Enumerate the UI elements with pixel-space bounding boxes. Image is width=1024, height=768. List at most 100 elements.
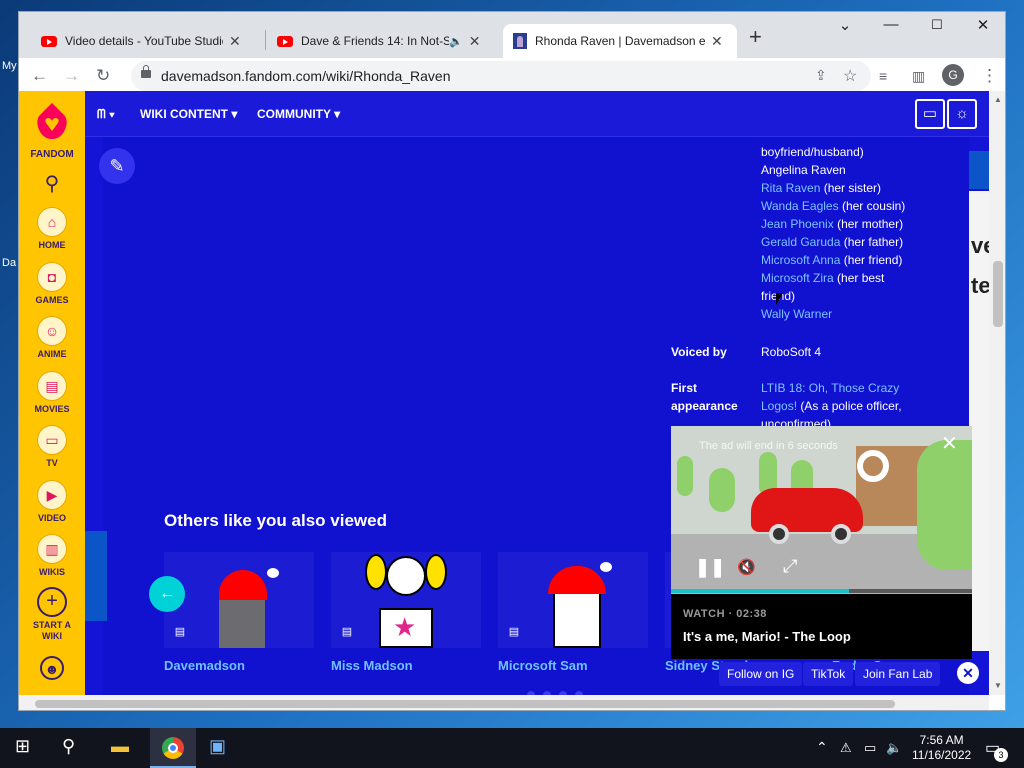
close-icon[interactable]: ✕ <box>941 431 958 456</box>
video-title[interactable]: It's a me, Mario! - The Loop <box>683 629 851 644</box>
close-window-button[interactable]: ✕ <box>973 16 993 34</box>
tab-search-icon[interactable]: ⌄ <box>835 16 855 34</box>
profile-avatar[interactable]: G <box>942 64 964 86</box>
tree <box>709 468 735 512</box>
rail-item-movies[interactable]: ▤ MOVIES <box>19 371 85 414</box>
card-title[interactable]: Microsoft Sam <box>498 658 588 673</box>
relative-link[interactable]: Rita Raven <box>761 181 820 195</box>
relative-link[interactable]: Microsoft Zira <box>761 271 834 285</box>
card-microsoft-sam[interactable]: ▤ <box>498 552 648 648</box>
nav-community[interactable]: COMMUNITY ▾ <box>257 107 340 121</box>
fullscreen-icon[interactable]: ⤢ <box>783 556 797 577</box>
rail-item-start-wiki[interactable]: + START A WIKI <box>19 587 85 642</box>
desktop-icon-label[interactable]: My <box>2 60 17 72</box>
rail-item-tv[interactable]: ▭ TV <box>19 425 85 468</box>
edit-pencil-button[interactable]: ✎ <box>99 148 135 184</box>
wiki-nav-bar: ᗰ ▾ WIKI CONTENT ▾ COMMUNITY ▾ ▭ ☼ <box>85 91 989 137</box>
tab-dave-friends[interactable]: Dave & Friends 14: In Not-Sc 🔈 ✕ <box>267 24 497 58</box>
photos-icon[interactable]: ▣ <box>209 736 226 757</box>
mute-icon[interactable]: 🔇 <box>737 558 756 576</box>
maximize-button[interactable]: ☐ <box>927 17 947 33</box>
discussions-icon[interactable]: ▭ <box>915 99 945 129</box>
youtube-icon <box>277 35 293 47</box>
tab-youtube-studio[interactable]: Video details - YouTube Studio ✕ <box>31 24 267 58</box>
others-heading: Others like you also viewed <box>164 511 387 530</box>
close-icon[interactable]: ✕ <box>229 33 241 50</box>
star-icon: ★ <box>393 612 417 642</box>
url-text[interactable]: davemadson.fandom.com/wiki/Rhonda_Raven <box>161 68 451 84</box>
nav-wiki-content[interactable]: WIKI CONTENT ▾ <box>140 107 237 121</box>
back-icon[interactable]: ← <box>31 66 48 86</box>
media-control-icon[interactable]: ≡ <box>879 68 887 84</box>
card-title[interactable]: Davemadson <box>164 658 245 673</box>
file-explorer-icon[interactable]: ▬ <box>111 736 129 757</box>
rail-item-anime[interactable]: ☺ ANIME <box>19 316 85 359</box>
chevron-up-icon[interactable]: ⌃ <box>816 739 828 756</box>
close-icon[interactable]: ✕ <box>469 33 481 50</box>
plus-icon: + <box>37 587 67 617</box>
tv-icon: ▭ <box>37 425 67 455</box>
relative-link[interactable]: Jean Phoenix <box>761 217 834 231</box>
fandom-logo[interactable] <box>36 101 68 141</box>
horizontal-scrollbar[interactable] <box>19 695 989 710</box>
menu-kebab-icon[interactable]: ⋮ <box>981 66 998 86</box>
rail-item-video[interactable]: ▶ VIDEO <box>19 480 85 523</box>
carousel-back-arrow[interactable]: ← <box>149 576 185 612</box>
youtube-icon <box>41 35 57 47</box>
chrome-icon <box>162 737 184 759</box>
card-davemadson[interactable]: ▤ <box>164 552 314 648</box>
theme-toggle-icon[interactable]: ☼ <box>947 99 977 129</box>
tiktok-link[interactable]: TikTok <box>803 662 854 686</box>
tab-title: Video details - YouTube Studio <box>65 34 223 48</box>
scrollbar-thumb[interactable] <box>993 261 1003 327</box>
forward-icon[interactable]: → <box>63 66 80 86</box>
side-panel-icon[interactable]: ▥ <box>912 68 925 85</box>
bookmark-star-icon[interactable]: ☆ <box>843 66 857 86</box>
relative-link[interactable]: Microsoft Anna <box>761 253 840 267</box>
rail-item-wikis[interactable]: ▥ WIKIS <box>19 534 85 577</box>
relative-line: Microsoft Zira (her best <box>761 271 885 285</box>
address-bar[interactable]: davemadson.fandom.com/wiki/Rhonda_Raven … <box>131 61 871 91</box>
chrome-taskbar-button[interactable] <box>150 728 196 768</box>
card-title[interactable]: Miss Madson <box>331 658 413 673</box>
reload-icon[interactable]: ↻ <box>96 66 110 86</box>
cap-pompom <box>267 568 279 578</box>
rail-item-home[interactable]: ⌂ HOME <box>19 207 85 250</box>
first-appearance-value: LTIB 18: Oh, Those Crazy Logos! (As a po… <box>761 381 902 431</box>
card-miss-madson[interactable]: ★ ▤ <box>331 552 481 648</box>
speaker-icon[interactable]: 🔈 <box>449 35 463 48</box>
page-icon: ▤ <box>339 624 355 640</box>
follow-ig-link[interactable]: Follow on IG <box>719 662 803 686</box>
desktop-icon-label[interactable]: Da <box>2 257 16 269</box>
join-fan-lab-link[interactable]: Join Fan Lab <box>855 662 941 686</box>
volume-icon[interactable]: 🔈 <box>886 740 902 756</box>
network-icon[interactable]: ▭ <box>864 740 876 756</box>
vertical-scrollbar[interactable]: ▲ ▼ <box>989 91 1005 695</box>
new-tab-button[interactable]: + <box>749 24 762 50</box>
close-icon[interactable]: ✕ <box>957 662 979 684</box>
relative-link[interactable]: Gerald Garuda <box>761 235 840 249</box>
rail-item-account[interactable]: ☻ <box>19 656 85 680</box>
search-icon[interactable]: ⚲ <box>62 736 75 757</box>
rail-item-games[interactable]: ◘ GAMES <box>19 262 85 305</box>
close-icon[interactable]: ✕ <box>711 33 723 50</box>
relative-line: Wanda Eagles (her cousin) <box>761 199 906 213</box>
wiki-home-menu[interactable]: ᗰ ▾ <box>97 107 115 122</box>
tab-separator <box>265 30 266 50</box>
share-icon[interactable]: ⇪ <box>815 67 827 84</box>
relative-line: Rita Raven (her sister) <box>761 181 882 195</box>
video-player[interactable]: The ad will end in 6 seconds ✕ ❚❚ 🔇 ⤢ WA… <box>671 426 972 659</box>
relative-line: Gerald Garuda (her father) <box>761 235 904 249</box>
scrollbar-thumb[interactable] <box>35 700 895 708</box>
start-icon[interactable]: ⊞ <box>15 736 30 757</box>
search-icon[interactable]: ⚲ <box>19 171 85 196</box>
pause-icon[interactable]: ❚❚ <box>695 557 725 578</box>
relative-link[interactable]: Wanda Eagles <box>761 199 839 213</box>
network-warning-icon[interactable]: ⚠ <box>840 740 852 756</box>
tab-rhonda-raven[interactable]: Rhonda Raven | Davemadson en ✕ <box>503 24 737 58</box>
relative-link[interactable]: Wally Warner <box>761 307 832 321</box>
system-clock[interactable]: 7:56 AM 11/16/2022 <box>912 733 971 763</box>
minimize-button[interactable]: — <box>881 16 901 33</box>
video-progress-bar[interactable] <box>671 589 972 593</box>
anime-icon: ☺ <box>37 316 67 346</box>
